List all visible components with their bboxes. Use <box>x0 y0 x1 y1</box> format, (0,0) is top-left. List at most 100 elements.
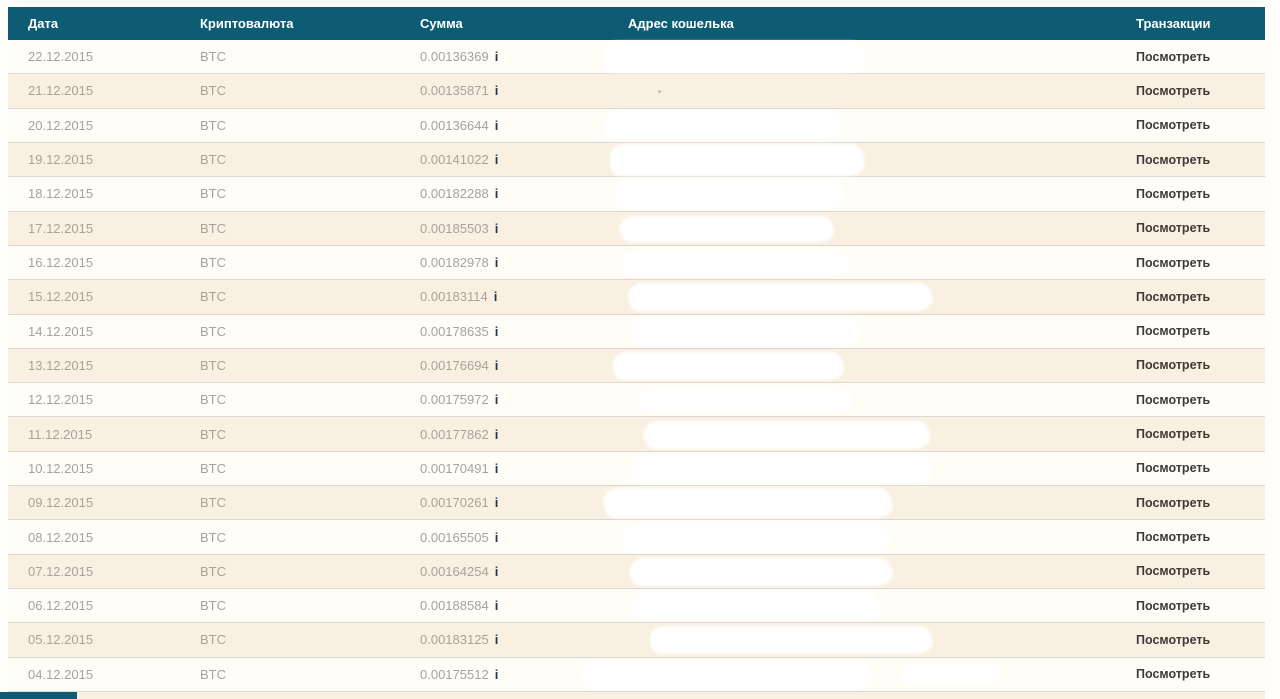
info-icon[interactable]: i <box>495 427 499 442</box>
date-cell: 12.12.2015 <box>28 392 94 408</box>
view-transactions-link[interactable]: Посмотреть <box>1136 633 1210 647</box>
redacted-address-blob <box>605 110 842 141</box>
view-transactions-link[interactable]: Посмотреть <box>1136 324 1210 338</box>
info-icon[interactable]: i <box>495 49 499 64</box>
redacted-address-blob <box>632 592 880 621</box>
next-row-strip <box>8 692 1265 699</box>
info-icon[interactable]: i <box>495 564 499 579</box>
info-icon[interactable]: i <box>495 358 499 373</box>
transactions-cell: Посмотреть <box>1116 383 1265 416</box>
view-transactions-link[interactable]: Посмотреть <box>1136 461 1210 475</box>
wallet-address-cell <box>604 486 1116 519</box>
wallet-address-cell <box>608 383 1116 416</box>
info-icon[interactable]: i <box>495 221 499 236</box>
wallet-address-cell <box>608 417 1116 450</box>
info-icon[interactable]: i <box>494 289 498 304</box>
view-transactions-link[interactable]: Посмотреть <box>1136 221 1210 235</box>
view-transactions-link[interactable]: Посмотреть <box>1136 599 1210 613</box>
info-icon[interactable]: i <box>495 632 499 647</box>
transactions-cell: Посмотреть <box>1116 589 1265 622</box>
transactions-cell: Посмотреть <box>1116 486 1265 519</box>
info-icon[interactable]: i <box>495 667 499 682</box>
redacted-address-blob <box>602 41 864 74</box>
currency-cell: BTC <box>200 220 226 236</box>
amount-cell: 0.00175972 i <box>420 392 499 408</box>
currency-cell: BTC <box>200 152 226 168</box>
transactions-cell: Посмотреть <box>1116 143 1265 176</box>
amount-cell: 0.00177862 i <box>420 426 499 442</box>
transactions-cell: Посмотреть <box>1116 280 1265 313</box>
redacted-address-blob <box>613 351 844 380</box>
currency-cell: BTC <box>200 357 226 373</box>
info-icon[interactable]: i <box>495 495 499 510</box>
info-icon[interactable]: i <box>495 255 499 270</box>
redacted-address-blob <box>630 557 892 586</box>
table-row: 04.12.2015 BTC 0.00175512 i Посмотреть <box>8 657 1265 692</box>
transactions-cell: Посмотреть <box>1116 246 1265 279</box>
view-transactions-link[interactable]: Посмотреть <box>1136 564 1210 578</box>
date-cell: 18.12.2015 <box>28 186 94 202</box>
view-transactions-link[interactable]: Посмотреть <box>1136 50 1210 64</box>
info-icon[interactable]: i <box>495 118 499 133</box>
info-icon[interactable]: i <box>495 324 499 339</box>
transactions-cell: Посмотреть <box>1116 109 1265 142</box>
transactions-cell: Посмотреть <box>1116 452 1265 485</box>
transactions-cell: Посмотреть <box>1116 212 1265 245</box>
table-row: 11.12.2015 BTC 0.00177862 i Посмотреть <box>8 417 1265 452</box>
date-cell: 19.12.2015 <box>28 152 94 168</box>
info-icon[interactable]: i <box>495 186 499 201</box>
transactions-cell: Посмотреть <box>1116 623 1265 656</box>
date-cell: 04.12.2015 <box>28 666 94 682</box>
date-cell: 05.12.2015 <box>28 632 94 648</box>
info-icon[interactable]: i <box>495 461 499 476</box>
redacted-address-blob <box>614 180 844 209</box>
view-transactions-link[interactable]: Посмотреть <box>1136 530 1210 544</box>
transactions-cell: Посмотреть <box>1116 177 1265 210</box>
date-cell: 09.12.2015 <box>28 495 94 511</box>
amount-cell: 0.00183125 i <box>420 632 499 648</box>
info-icon[interactable]: i <box>495 598 499 613</box>
transactions-table: Дата Криптовалюта Сумма Адрес кошелька Т… <box>8 7 1265 692</box>
redacted-address-blob <box>622 523 890 552</box>
wallet-address-cell <box>608 589 1116 622</box>
view-transactions-link[interactable]: Посмотреть <box>1136 290 1210 304</box>
view-transactions-link[interactable]: Посмотреть <box>1136 496 1210 510</box>
currency-cell: BTC <box>200 186 226 202</box>
view-transactions-link[interactable]: Посмотреть <box>1136 427 1210 441</box>
view-transactions-link[interactable]: Посмотреть <box>1136 187 1210 201</box>
view-transactions-link[interactable]: Посмотреть <box>1136 153 1210 167</box>
amount-cell: 0.00182288 i <box>420 186 499 202</box>
view-transactions-link[interactable]: Посмотреть <box>1136 667 1210 681</box>
table-row: 18.12.2015 BTC 0.00182288 i Посмотреть <box>8 177 1265 212</box>
date-cell: 14.12.2015 <box>28 323 94 339</box>
view-transactions-link[interactable]: Посмотреть <box>1136 393 1210 407</box>
view-transactions-link[interactable]: Посмотреть <box>1136 358 1210 372</box>
info-icon[interactable]: i <box>495 392 499 407</box>
amount-cell: 0.00185503 i <box>420 220 499 236</box>
info-icon[interactable]: i <box>495 83 499 98</box>
info-icon[interactable]: i <box>495 530 499 545</box>
wallet-address-cell <box>602 40 1116 74</box>
table-row: 16.12.2015 BTC 0.00182978 i Посмотреть <box>8 245 1265 281</box>
view-transactions-link[interactable]: Посмотреть <box>1136 84 1210 98</box>
table-header-row: Дата Криптовалюта Сумма Адрес кошелька Т… <box>8 7 1265 40</box>
amount-cell: 0.00136369 i <box>420 49 499 65</box>
wallet-address-cell <box>608 177 1116 210</box>
currency-cell: BTC <box>200 83 226 99</box>
table-row: 14.12.2015 BTC 0.00178635 i Посмотреть <box>8 314 1265 349</box>
wallet-address-cell <box>608 143 1116 177</box>
table-row: 05.12.2015 BTC 0.00183125 i Посмотреть <box>8 623 1265 658</box>
wallet-address-cell <box>608 246 1116 279</box>
currency-cell: BTC <box>200 323 226 339</box>
header-date: Дата <box>28 16 59 31</box>
amount-cell: 0.00170491 i <box>420 460 499 476</box>
date-cell: 16.12.2015 <box>28 255 94 271</box>
currency-cell: BTC <box>200 563 226 579</box>
view-transactions-link[interactable]: Посмотреть <box>1136 256 1210 270</box>
amount-cell: 0.00175512 i <box>420 666 499 682</box>
info-icon[interactable]: i <box>495 152 499 167</box>
view-transactions-link[interactable]: Посмотреть <box>1136 118 1210 132</box>
redacted-address-blob <box>610 144 864 177</box>
wallet-address-cell <box>608 74 1116 107</box>
transactions-page: { "table": { "columns": ["Дата", "Крипто… <box>0 0 1280 699</box>
